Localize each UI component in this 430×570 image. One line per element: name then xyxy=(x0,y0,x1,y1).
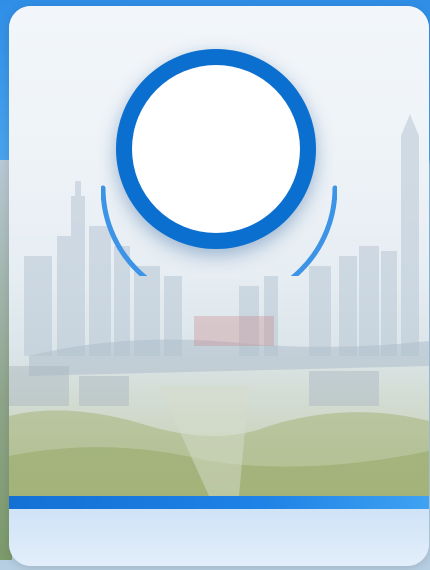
accent-bar xyxy=(9,496,429,509)
avatar-placeholder-icon xyxy=(132,65,300,233)
avatar[interactable] xyxy=(116,49,316,249)
profile-card xyxy=(9,6,429,566)
screen xyxy=(0,0,430,570)
bottom-panel xyxy=(9,509,429,566)
